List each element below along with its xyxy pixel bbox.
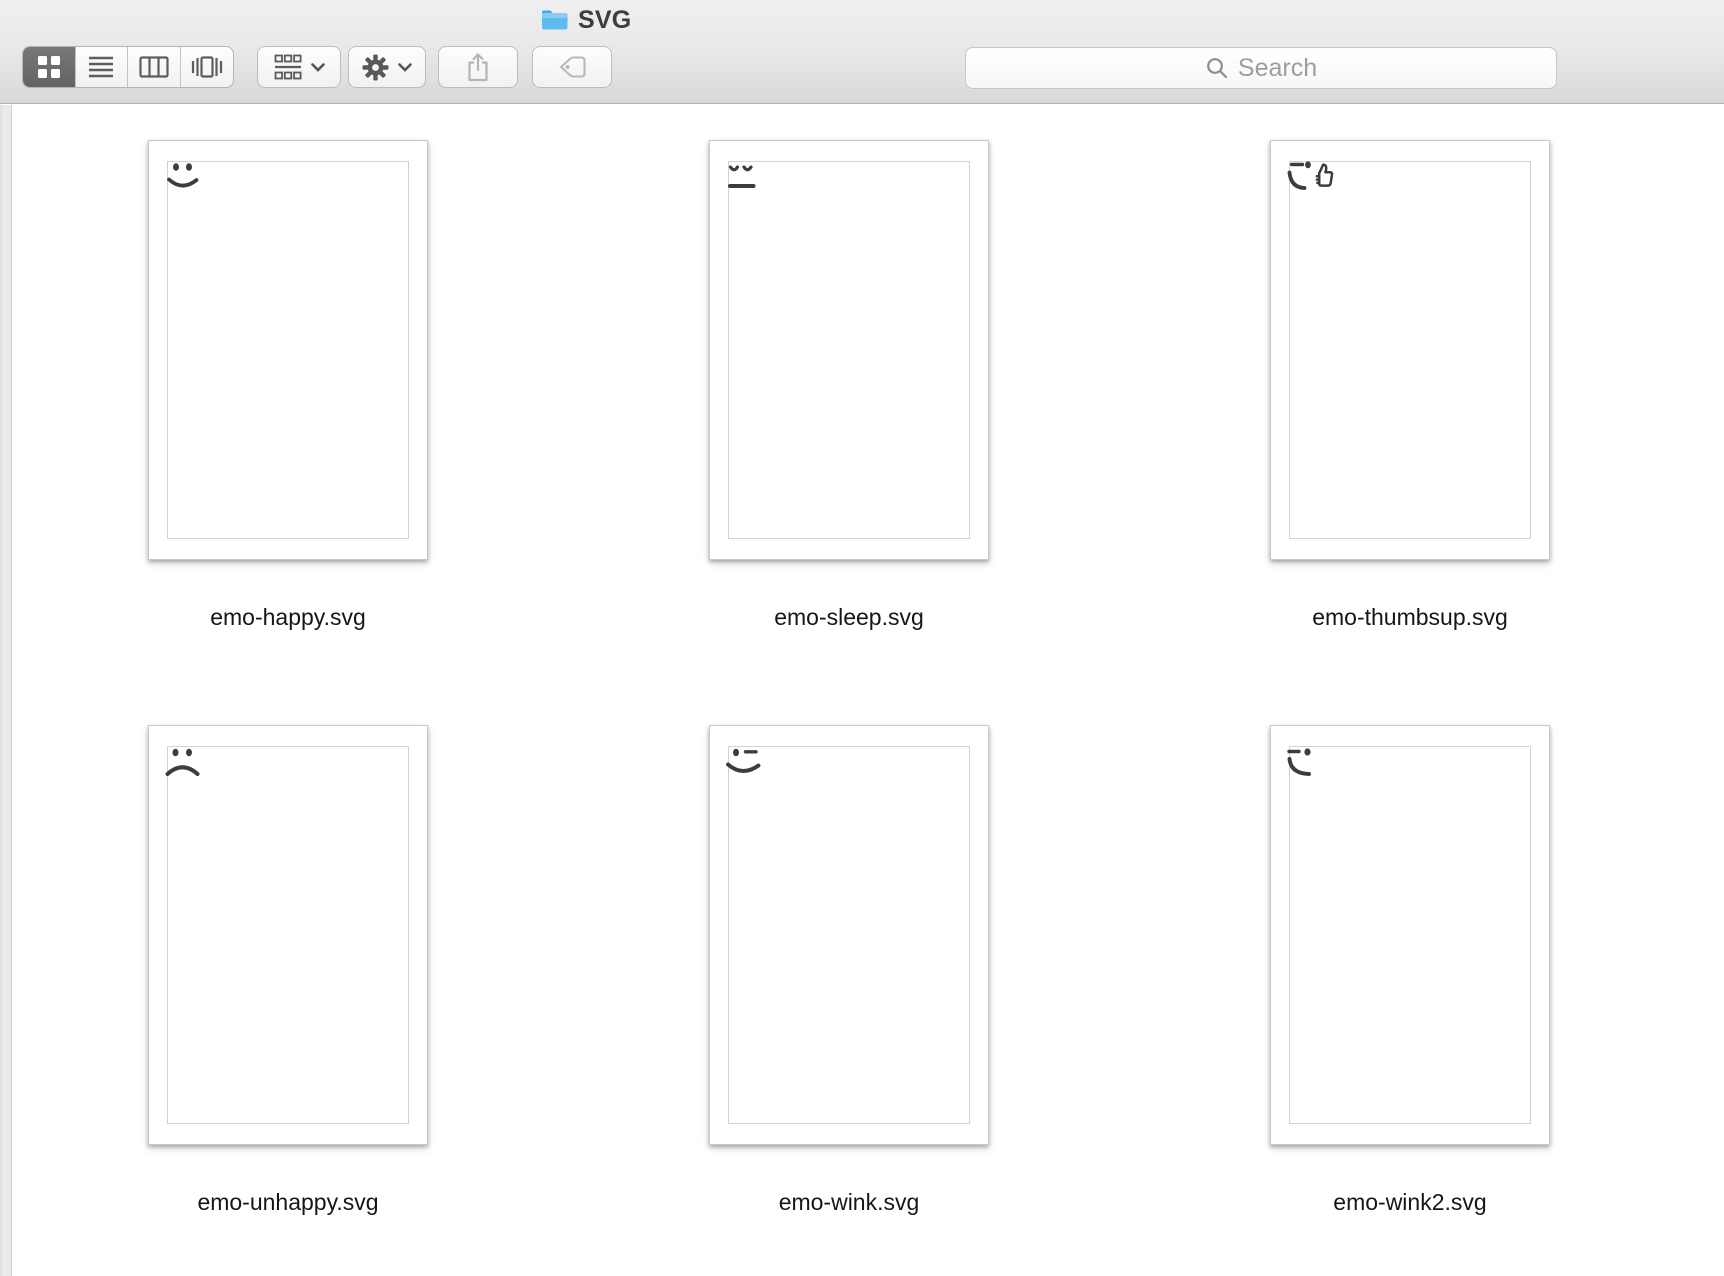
view-mode-segmented-control	[22, 46, 234, 88]
list-view-icon	[88, 55, 114, 79]
list-view-button[interactable]	[76, 47, 128, 87]
icon-view-button[interactable]	[23, 47, 76, 87]
search-placeholder: Search	[1237, 53, 1318, 82]
sleep-face-icon	[728, 165, 756, 188]
file-item-emo-wink2[interactable]: emo-wink2.svg	[1200, 725, 1620, 1216]
file-thumbnail[interactable]	[1270, 725, 1550, 1145]
file-name[interactable]: emo-wink2.svg	[1200, 1189, 1620, 1216]
thumbsup-face-icon	[1287, 161, 1334, 190]
arrange-button[interactable]	[257, 46, 341, 88]
arrange-grid-icon	[274, 54, 302, 80]
file-name[interactable]: emo-thumbsup.svg	[1200, 604, 1620, 631]
file-name[interactable]: emo-wink.svg	[639, 1189, 1059, 1216]
file-item-emo-sleep[interactable]: emo-sleep.svg	[639, 140, 1059, 631]
file-thumbnail[interactable]	[148, 140, 428, 560]
titlebar: SVG	[540, 5, 631, 35]
coverflow-view-button[interactable]	[181, 47, 234, 87]
share-button[interactable]	[438, 46, 518, 88]
grid-view-icon	[36, 54, 62, 80]
share-icon	[465, 52, 491, 82]
action-button[interactable]	[348, 46, 426, 88]
search-input[interactable]: Search	[965, 47, 1557, 89]
column-view-icon	[139, 56, 169, 78]
window-title: SVG	[578, 5, 632, 34]
column-view-button[interactable]	[128, 47, 181, 87]
unhappy-face-icon	[165, 748, 200, 776]
wink2-face-icon	[1287, 748, 1311, 776]
file-thumbnail[interactable]	[709, 140, 989, 560]
search-icon	[1205, 56, 1229, 80]
happy-face-icon	[167, 163, 199, 188]
file-name[interactable]: emo-happy.svg	[78, 604, 498, 631]
file-item-emo-unhappy[interactable]: emo-unhappy.svg	[78, 725, 498, 1216]
chevron-down-icon	[310, 62, 325, 72]
file-name[interactable]: emo-sleep.svg	[639, 604, 1059, 631]
file-name[interactable]: emo-unhappy.svg	[78, 1189, 498, 1216]
file-thumbnail[interactable]	[1270, 140, 1550, 560]
window-header: SVG Search	[0, 0, 1724, 104]
file-thumbnail[interactable]	[148, 725, 428, 1145]
tags-button[interactable]	[532, 46, 612, 88]
file-item-emo-wink[interactable]: emo-wink.svg	[639, 725, 1059, 1216]
chevron-down-icon	[398, 62, 412, 72]
file-thumbnail[interactable]	[709, 725, 989, 1145]
file-item-emo-thumbsup[interactable]: emo-thumbsup.svg	[1200, 140, 1620, 631]
folder-icon[interactable]	[540, 8, 569, 32]
tag-icon	[557, 55, 587, 79]
gear-icon	[362, 54, 389, 81]
coverflow-view-icon	[191, 56, 223, 78]
sidebar-edge	[0, 105, 12, 1276]
wink-face-icon	[726, 748, 761, 773]
file-item-emo-happy[interactable]: emo-happy.svg	[78, 140, 498, 631]
